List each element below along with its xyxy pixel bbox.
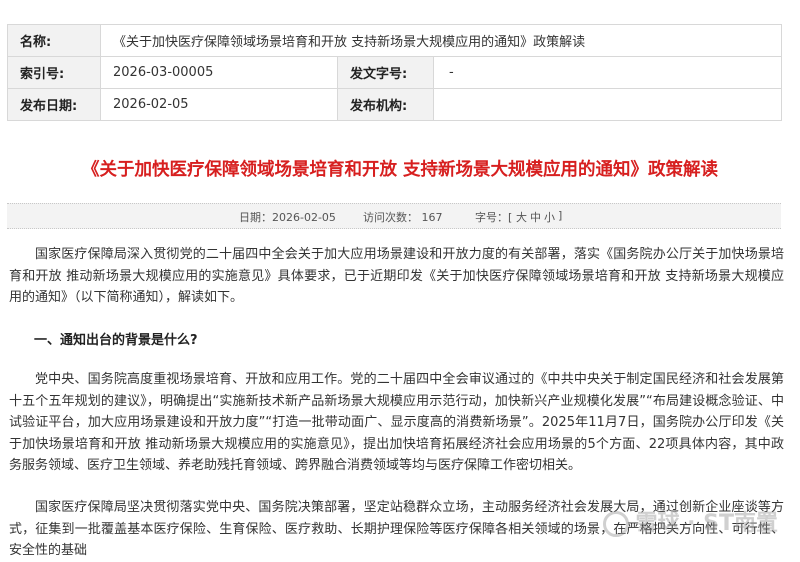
paragraph-background: 党中央、国务院高度重视场景培育、开放和应用工作。党的二十届四中全会审议通过的《中… <box>9 372 784 473</box>
font-size-bracket: ] <box>558 209 563 222</box>
font-size-large-link[interactable]: 大 <box>516 209 527 225</box>
font-size-label: 字号：[ <box>475 211 513 224</box>
meta-row-date: 发布日期: 2026-02-05 发布机构: <box>7 88 783 121</box>
date-label: 发布日期: <box>7 88 101 121</box>
index-label: 索引号: <box>7 56 101 89</box>
article-info-bar: 日期：2026-02-05 访问次数： 167 字号：[ 大 中 小 ] <box>7 203 781 229</box>
font-size-medium-link[interactable]: 中 <box>530 209 541 225</box>
org-value <box>432 88 783 121</box>
docno-label: 发文字号: <box>337 56 434 89</box>
article-title: 《关于加快医疗保障领域场景培育和开放 支持新场景大规模应用的通知》政策解读 <box>81 160 719 180</box>
meta-row-name: 名称: 《关于加快医疗保障领域场景培育和开放 支持新场景大规模应用的通知》政策解… <box>7 24 783 57</box>
document-meta-table: 名称: 《关于加快医疗保障领域场景培育和开放 支持新场景大规模应用的通知》政策解… <box>7 24 783 121</box>
section-heading-background: 一、通知出台的背景是什么? <box>34 333 198 348</box>
font-size-small-link[interactable]: 小 <box>544 209 555 225</box>
meta-row-index: 索引号: 2026-03-00005 发文字号: - <box>7 56 783 89</box>
docno-value: - <box>432 56 783 89</box>
name-value: 《关于加快医疗保障领域场景培育和开放 支持新场景大规模应用的通知》政策解读 <box>99 24 783 57</box>
publish-date: 日期：2026-02-05 <box>239 211 336 224</box>
paragraph-implementation: 国家医疗保障局坚决贯彻落实党中央、国务院决策部署，坚定站稳群众立场，主动服务经济… <box>9 500 784 558</box>
index-value: 2026-03-00005 <box>100 56 338 89</box>
date-value: 2026-02-05 <box>100 88 338 121</box>
visit-count: 访问次数： 167 <box>363 211 443 224</box>
org-label: 发布机构: <box>337 88 434 121</box>
paragraph-intro: 国家医疗保障局深入贯彻党的二十届四中全会关于加大应用场景建设和开放力度的有关部署… <box>9 247 784 305</box>
name-label: 名称: <box>7 24 101 57</box>
